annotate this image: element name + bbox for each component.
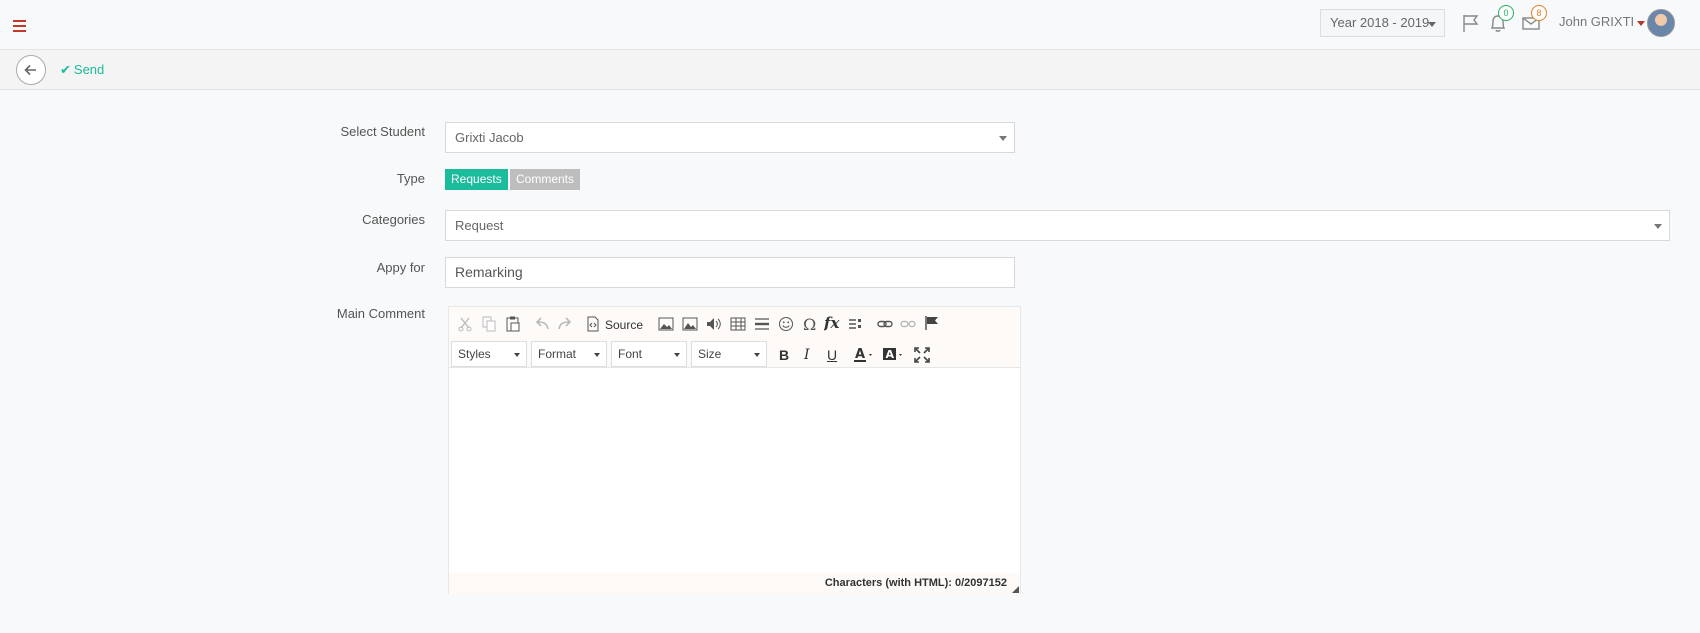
messages-badge: 8 <box>1531 5 1547 21</box>
main-comment-label: Main Comment <box>336 306 425 321</box>
background-color-icon[interactable]: A <box>882 346 908 364</box>
styles-dropdown[interactable]: Styles <box>451 341 527 367</box>
rich-text-editor: Source Ω fx Styles Format Font Size B I … <box>448 306 1021 594</box>
svg-text:A: A <box>886 348 895 361</box>
chevron-down-icon <box>674 353 680 357</box>
formula-icon[interactable]: fx <box>824 313 842 331</box>
editor-content-area[interactable] <box>449 369 1020 566</box>
chevron-down-icon <box>999 136 1007 141</box>
bold-button[interactable]: B <box>779 347 789 363</box>
text-color-icon[interactable]: A <box>853 346 877 364</box>
link-icon[interactable] <box>876 315 894 333</box>
action-bar: ✔ Send <box>0 50 1700 90</box>
image-upload-icon[interactable] <box>681 315 699 333</box>
arrow-left-icon <box>24 64 36 76</box>
notifications-badge: 0 <box>1498 5 1514 21</box>
categories-label: Categories <box>362 212 425 227</box>
editor-toolbar-row-2: Styles Format Font Size B I U A A <box>449 335 1020 368</box>
menu-icon[interactable] <box>13 20 26 32</box>
chevron-down-icon <box>594 353 600 357</box>
styles-dropdown-label: Styles <box>458 347 491 361</box>
bell-icon[interactable]: 0 <box>1487 5 1514 34</box>
source-button[interactable]: Source <box>605 318 643 332</box>
top-bar: Year 2018 - 2019 0 8 John GRIXTI <box>0 0 1700 50</box>
copy-icon[interactable] <box>480 315 498 333</box>
type-requests-button[interactable]: Requests <box>445 169 508 190</box>
undo-icon[interactable] <box>533 315 551 333</box>
italic-button[interactable]: I <box>804 347 810 363</box>
apply-for-input[interactable]: Remarking <box>445 257 1015 288</box>
horizontal-line-icon[interactable] <box>753 315 771 333</box>
type-label: Type <box>396 171 425 186</box>
send-label: Send <box>73 62 105 77</box>
chevron-down-icon <box>514 353 520 357</box>
user-name[interactable]: John GRIXTI <box>1559 14 1634 29</box>
chevron-down-icon <box>1654 224 1662 229</box>
format-dropdown[interactable]: Format <box>531 341 607 367</box>
font-dropdown[interactable]: Font <box>611 341 687 367</box>
user-menu-chevron-icon[interactable] <box>1637 21 1645 26</box>
editor-toolbar-row-1: Source Ω fx <box>449 307 1020 335</box>
svg-text:A: A <box>855 347 865 362</box>
categories-select[interactable]: Request <box>445 210 1670 241</box>
check-icon: ✔ <box>60 62 71 77</box>
format-dropdown-label: Format <box>538 347 577 361</box>
table-icon[interactable] <box>729 315 747 333</box>
size-dropdown-label: Size <box>698 347 722 361</box>
source-icon[interactable] <box>584 315 602 333</box>
cut-icon[interactable] <box>456 315 474 333</box>
year-selector-value: Year 2018 - 2019 <box>1330 15 1430 30</box>
unlink-icon[interactable] <box>899 315 917 333</box>
maximize-icon[interactable] <box>913 346 931 364</box>
editor-status-bar: Characters (with HTML): 0/2097152 <box>449 573 1020 594</box>
character-count: Characters (with HTML): 0/2097152 <box>824 577 1007 589</box>
paste-icon[interactable] <box>504 315 522 333</box>
svg-text:Ω: Ω <box>803 315 816 333</box>
mail-icon[interactable]: 8 <box>1520 5 1547 34</box>
chevron-down-icon <box>1428 22 1436 27</box>
select-student-label: Select Student <box>340 124 425 139</box>
categories-select-value: Request <box>455 218 504 233</box>
image-icon[interactable] <box>657 315 675 333</box>
special-character-icon[interactable]: Ω <box>801 315 819 333</box>
smiley-icon[interactable] <box>777 315 795 333</box>
svg-text:fx: fx <box>824 314 840 331</box>
year-selector[interactable]: Year 2018 - 2019 <box>1320 9 1445 37</box>
size-dropdown[interactable]: Size <box>691 341 767 367</box>
apply-for-label: Appy for <box>376 260 425 275</box>
font-dropdown-label: Font <box>618 347 643 361</box>
avatar[interactable] <box>1647 9 1675 37</box>
type-comments-button[interactable]: Comments <box>510 169 581 190</box>
student-select-value: Grixti Jacob <box>455 130 524 145</box>
anchor-flag-icon[interactable] <box>923 314 941 332</box>
apply-for-value: Remarking <box>455 264 523 280</box>
redo-icon[interactable] <box>556 315 574 333</box>
send-button[interactable]: ✔ Send <box>60 62 104 78</box>
list-icon[interactable] <box>847 315 865 333</box>
chevron-down-icon <box>754 353 760 357</box>
flag-icon[interactable] <box>1460 12 1482 34</box>
underline-button[interactable]: U <box>827 347 837 363</box>
audio-icon[interactable] <box>705 315 723 333</box>
back-button[interactable] <box>16 55 46 85</box>
student-select[interactable]: Grixti Jacob <box>445 122 1015 153</box>
resize-handle[interactable] <box>1012 586 1019 593</box>
